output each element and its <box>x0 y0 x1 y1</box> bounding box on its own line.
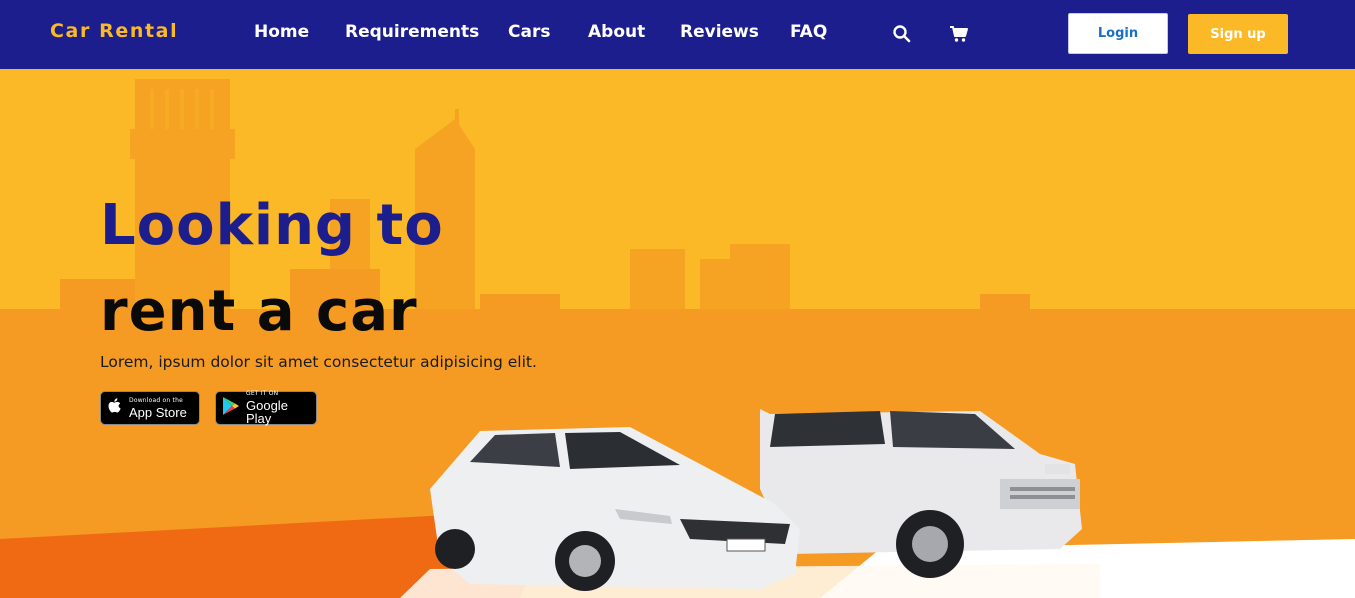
google-play-badge[interactable]: GET IT ON Google Play <box>215 391 317 425</box>
nav-link-home[interactable]: Home <box>254 22 309 42</box>
apple-icon <box>107 397 123 419</box>
app-store-big-text: App Store <box>129 404 187 420</box>
navbar: Car Rental Home Requirements Cars About … <box>0 0 1355 69</box>
search-icon[interactable] <box>892 24 912 44</box>
brand-logo[interactable]: Car Rental <box>50 20 178 42</box>
app-store-small-text: Download on the <box>129 396 183 404</box>
nav-link-about[interactable]: About <box>588 22 645 42</box>
google-play-big-text: Google Play <box>246 398 288 426</box>
nav-link-reviews[interactable]: Reviews <box>680 22 759 42</box>
nav-link-cars[interactable]: Cars <box>508 22 550 42</box>
cart-icon[interactable] <box>949 24 969 44</box>
headline-line-1: Looking to <box>100 193 444 258</box>
headline-line-2: rent a car <box>100 279 418 344</box>
login-button[interactable]: Login <box>1068 13 1168 54</box>
google-play-icon <box>222 396 240 420</box>
app-store-badge[interactable]: Download on the App Store <box>100 391 200 425</box>
hero-subtext: Lorem, ipsum dolor sit amet consectetur … <box>100 353 537 371</box>
hero-headline: Looking to rent a car <box>100 183 444 355</box>
signup-button[interactable]: Sign up <box>1188 14 1288 54</box>
hero-section: Looking to rent a car Lorem, ipsum dolor… <box>0 69 1355 598</box>
google-play-small-text: GET IT ON <box>246 390 279 397</box>
nav-link-requirements[interactable]: Requirements <box>345 22 479 42</box>
nav-link-faq[interactable]: FAQ <box>790 22 827 42</box>
